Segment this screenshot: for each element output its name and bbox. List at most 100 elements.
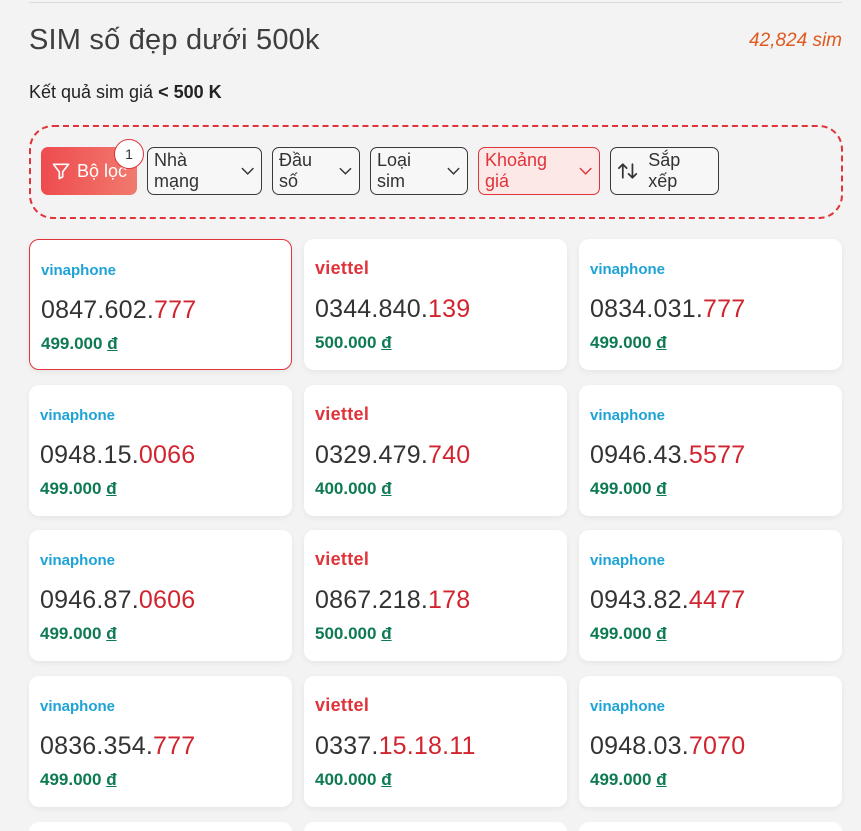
- sim-number: 0329.479.740: [315, 441, 470, 470]
- sim-number-highlight: 7070: [688, 732, 746, 760]
- currency-symbol: đ: [656, 479, 667, 498]
- currency-symbol: đ: [656, 624, 667, 643]
- sim-card[interactable]: vinaphone 0946.87.0606 499.000 đ: [29, 530, 292, 661]
- sim-price: 499.000 đ: [590, 479, 667, 499]
- sim-card[interactable]: vinaphone 0836.354.777 499.000 đ: [29, 676, 292, 807]
- result-count: 42,824 sim: [749, 30, 842, 51]
- currency-symbol: đ: [381, 333, 392, 352]
- sim-number-prefix: 0337.: [315, 732, 379, 760]
- sim-number: 0948.03.7070: [590, 732, 745, 761]
- sim-number-prefix: 0948.15.: [40, 441, 139, 469]
- carrier-logo: viettel: [315, 549, 370, 569]
- sim-price-value: 499.000: [590, 770, 652, 789]
- carrier-logo: viettel: [315, 404, 370, 424]
- sim-number-highlight: 777: [703, 295, 746, 323]
- sim-number: 0946.43.5577: [590, 441, 745, 470]
- network-dropdown-label: Nhà mạng: [154, 150, 200, 191]
- sim-number: 0946.87.0606: [40, 586, 195, 615]
- sim-price: 400.000 đ: [315, 770, 392, 790]
- sim-number-prefix: 0834.031.: [590, 295, 704, 323]
- sort-button[interactable]: Sắp xếp: [610, 147, 719, 195]
- currency-symbol: đ: [381, 479, 392, 498]
- currency-symbol: đ: [656, 333, 667, 352]
- sim-price: 499.000 đ: [590, 770, 667, 790]
- sim-number: 0943.82.4477: [590, 586, 745, 615]
- sim-price: 499.000 đ: [41, 334, 118, 354]
- sim-price-value: 499.000: [590, 624, 652, 643]
- sim-number-highlight: 777: [153, 732, 196, 760]
- sim-number-highlight: 178: [428, 586, 471, 614]
- carrier-logo: viettel: [315, 695, 370, 715]
- sim-card[interactable]: viettel 0337.15.18.11 400.000 đ: [304, 676, 567, 807]
- sim-number-highlight: 777: [154, 296, 197, 324]
- carrier-logo: vinaphone: [40, 698, 116, 715]
- carrier-logo: vinaphone: [41, 262, 117, 279]
- prefix-dropdown[interactable]: Đầu số: [272, 147, 360, 195]
- carrier-logo: vinaphone: [590, 261, 666, 278]
- sim-number: 0337.15.18.11: [315, 732, 476, 761]
- sim-price-value: 499.000: [41, 334, 103, 353]
- sim-card-partial[interactable]: [579, 822, 842, 831]
- sim-number-prefix: 0867.218.: [315, 586, 429, 614]
- sim-card-partial[interactable]: [304, 822, 567, 831]
- sim-number-prefix: 0836.354.: [40, 732, 154, 760]
- subtitle-prefix: Kết quả sim giá: [29, 82, 154, 102]
- sim-number: 0948.15.0066: [40, 441, 195, 470]
- sim-card[interactable]: vinaphone 0948.03.7070 499.000 đ: [579, 676, 842, 807]
- sort-button-label: Sắp xếp: [648, 150, 681, 191]
- currency-symbol: đ: [106, 479, 117, 498]
- currency-symbol: đ: [381, 624, 392, 643]
- sim-price-value: 499.000: [40, 770, 102, 789]
- sim-number-prefix: 0946.87.: [40, 586, 139, 614]
- currency-symbol: đ: [106, 624, 117, 643]
- sim-card[interactable]: vinaphone 0943.82.4477 499.000 đ: [579, 530, 842, 661]
- subtitle-value: < 500 K: [158, 82, 222, 102]
- currency-symbol: đ: [107, 334, 118, 353]
- sim-price: 499.000 đ: [40, 624, 117, 644]
- currency-symbol: đ: [656, 770, 667, 789]
- carrier-logo: vinaphone: [40, 552, 116, 569]
- currency-symbol: đ: [381, 770, 392, 789]
- sim-number-prefix: 0943.82.: [590, 586, 689, 614]
- sim-number: 0344.840.139: [315, 295, 470, 324]
- sim-card[interactable]: viettel 0329.479.740 400.000 đ: [304, 385, 567, 516]
- sim-number: 0834.031.777: [590, 295, 745, 324]
- top-divider: [29, 2, 842, 3]
- carrier-logo: vinaphone: [590, 698, 666, 715]
- network-dropdown[interactable]: Nhà mạng: [147, 147, 262, 195]
- sim-price-value: 400.000: [315, 479, 377, 498]
- chevron-down-icon: [241, 167, 254, 175]
- sim-price-value: 499.000: [40, 479, 102, 498]
- sim-number: 0867.218.178: [315, 586, 470, 615]
- sim-card[interactable]: viettel 0867.218.178 500.000 đ: [304, 530, 567, 661]
- page-title: SIM số đẹp dưới 500k: [29, 24, 320, 56]
- sim-price-value: 500.000: [315, 624, 377, 643]
- sim-number-highlight: 0606: [138, 586, 196, 614]
- sim-number-highlight: 15.18.11: [378, 732, 476, 760]
- sim-card[interactable]: vinaphone 0948.15.0066 499.000 đ: [29, 385, 292, 516]
- sim-number-prefix: 0329.479.: [315, 441, 429, 469]
- price-range-dropdown[interactable]: Khoảng giá: [478, 147, 600, 195]
- sim-price: 499.000 đ: [40, 479, 117, 499]
- sim-card[interactable]: vinaphone 0946.43.5577 499.000 đ: [579, 385, 842, 516]
- chevron-down-icon: [339, 167, 352, 175]
- sim-price: 500.000 đ: [315, 333, 392, 353]
- sim-price: 499.000 đ: [590, 333, 667, 353]
- sim-price-value: 499.000: [590, 479, 652, 498]
- sim-number: 0847.602.777: [41, 296, 196, 325]
- sim-number: 0836.354.777: [40, 732, 195, 761]
- sim-number-prefix: 0948.03.: [590, 732, 689, 760]
- sim-number-prefix: 0847.602.: [41, 296, 155, 324]
- sim-price: 499.000 đ: [590, 624, 667, 644]
- sim-card-partial[interactable]: [29, 822, 292, 831]
- sim-card[interactable]: vinaphone 0834.031.777 499.000 đ: [579, 239, 842, 370]
- sim-number-highlight: 0066: [138, 441, 196, 469]
- funnel-icon: [52, 163, 70, 180]
- sim-price: 499.000 đ: [40, 770, 117, 790]
- result-subtitle: Kết quả sim giá < 500 K: [29, 82, 222, 103]
- sim-number-highlight: 5577: [688, 441, 746, 469]
- sim-card[interactable]: vinaphone 0847.602.777 499.000 đ: [29, 239, 292, 370]
- sim-card[interactable]: viettel 0344.840.139 500.000 đ: [304, 239, 567, 370]
- sim-type-dropdown[interactable]: Loại sim: [370, 147, 468, 195]
- carrier-logo: viettel: [315, 258, 370, 278]
